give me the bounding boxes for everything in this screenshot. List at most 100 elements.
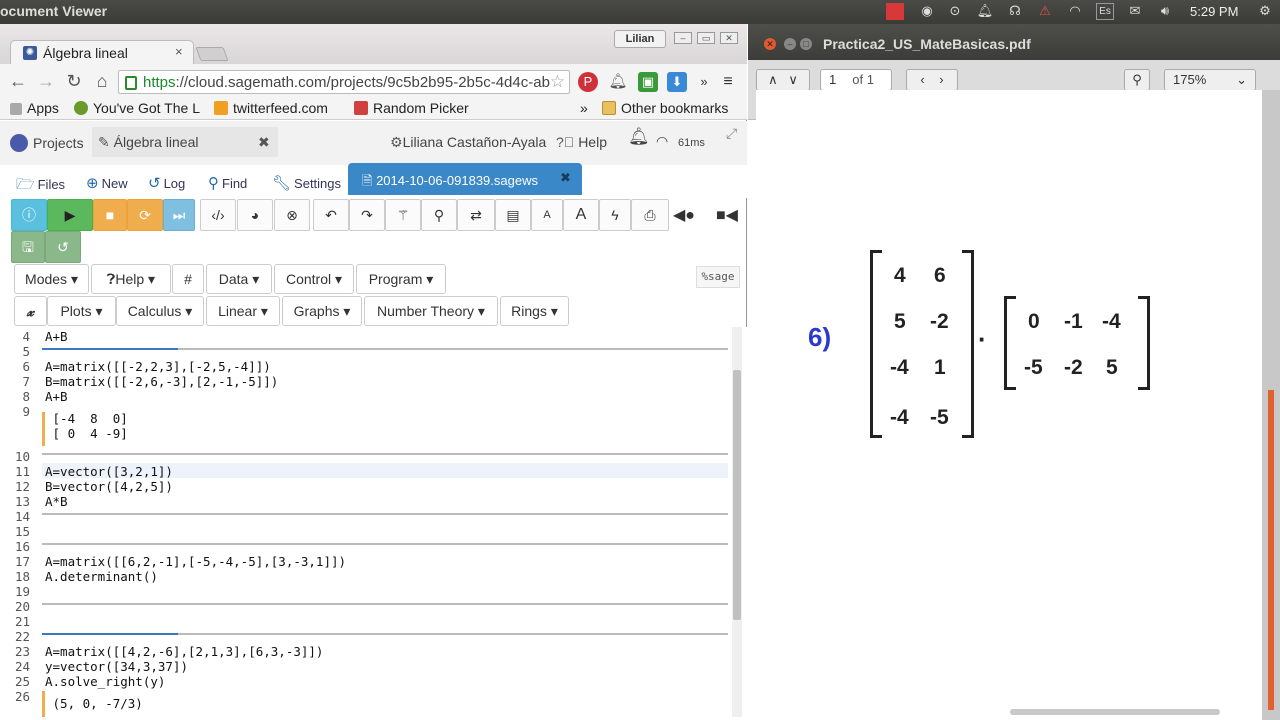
redo-button[interactable]: ↷ xyxy=(349,199,385,231)
screenshot-extension-icon[interactable]: ▣ xyxy=(638,72,658,92)
comment-menu[interactable]: # xyxy=(172,264,204,294)
browser-tab-algebra[interactable]: ✺ Álgebra lineal × xyxy=(10,40,194,64)
pdf-scrollbar-thumb[interactable] xyxy=(1268,390,1274,710)
find-button[interactable]: ⚲ Find xyxy=(208,174,247,192)
clock[interactable]: 5:29 PM xyxy=(1190,4,1238,19)
video-icon[interactable]: ■◀ xyxy=(716,205,738,225)
close-tab-icon[interactable]: × xyxy=(175,44,183,59)
calculus-menu[interactable]: Calculus ▾ xyxy=(116,296,204,326)
chrome-menu-icon[interactable]: ≡ xyxy=(718,72,738,92)
new-button[interactable]: ⊕ New xyxy=(86,174,128,192)
run-button[interactable]: ▶ xyxy=(47,199,93,231)
projects-link[interactable]: Projects xyxy=(10,134,84,152)
close-window-icon[interactable]: ✕ xyxy=(720,32,738,44)
notification-bell-icon[interactable]: 🔔︎ xyxy=(976,3,994,20)
skype-icon[interactable]: ⊙ xyxy=(946,3,964,20)
step-button[interactable]: ⏭ xyxy=(163,199,195,231)
search-code-button[interactable]: ⚲ xyxy=(421,199,457,231)
rings-menu[interactable]: Rings ▾ xyxy=(500,296,569,326)
worksheet-editor[interactable]: 4 A+B 5 6 A=matrix([[-2,2,3],[-2,5,-4]])… xyxy=(0,327,747,720)
warning-icon[interactable]: ⚠ xyxy=(1036,3,1054,20)
back-icon[interactable]: ← xyxy=(6,70,30,92)
bookmark-youve-got[interactable]: You've Got The L xyxy=(74,100,200,116)
close-window-icon[interactable]: ✕ xyxy=(764,38,776,50)
zoom-select[interactable]: 175% ⌄ xyxy=(1164,69,1256,91)
search-button[interactable]: ⚲ xyxy=(1124,69,1150,91)
magic-button[interactable]: ⚚ xyxy=(385,199,421,231)
profile-button[interactable]: Lilian xyxy=(614,30,666,48)
keyboard-layout-indicator[interactable]: Es xyxy=(1096,3,1114,20)
maximize-window-icon[interactable]: □ xyxy=(800,38,812,50)
pdf-scrollbar[interactable] xyxy=(1262,90,1280,720)
minimize-window-icon[interactable]: – xyxy=(784,38,796,50)
font-smaller-button[interactable]: A xyxy=(531,199,563,231)
chevron-left-icon[interactable]: ‹ xyxy=(920,72,924,87)
graphs-menu[interactable]: Graphs ▾ xyxy=(282,296,362,326)
record-icon[interactable] xyxy=(886,3,904,20)
delete-output-button[interactable]: ⊗ xyxy=(274,199,310,231)
bolt-button[interactable]: ϟ xyxy=(599,199,631,231)
page-number-field[interactable]: 1 of 1 xyxy=(820,69,892,91)
bell-extension-icon[interactable]: 🔔︎ xyxy=(608,72,628,92)
project-tab[interactable]: ✎ Álgebra lineal ✖ xyxy=(92,127,278,157)
close-file-icon[interactable]: ✖ xyxy=(560,170,571,186)
help-menu[interactable]: ❓︎Help ▾ xyxy=(91,264,171,294)
plots-menu[interactable]: Plots ▾ xyxy=(47,296,116,326)
font-larger-button[interactable]: A xyxy=(563,199,599,231)
chevron-right-icon[interactable]: › xyxy=(939,72,943,87)
account-link[interactable]: ⚙Liliana Castañon-Ayala xyxy=(390,134,546,151)
open-file-tab[interactable]: 🗎︎ 2014-10-06-091839.sagews ✖ xyxy=(348,163,582,195)
pdf-horizontal-scrollbar[interactable] xyxy=(1010,709,1220,715)
reload-icon[interactable]: ↻ xyxy=(62,70,86,92)
linear-menu[interactable]: Linear ▾ xyxy=(206,296,280,326)
scrollbar-thumb[interactable] xyxy=(733,370,741,620)
home-icon[interactable]: ⌂ xyxy=(90,70,114,92)
mail-icon[interactable]: ✉ xyxy=(1126,3,1144,20)
number-theory-menu[interactable]: Number Theory ▾ xyxy=(364,296,498,326)
history-button[interactable]: ↺ xyxy=(45,231,81,263)
volume-icon[interactable]: 🔊︎ xyxy=(1156,3,1174,20)
forward-icon[interactable]: → xyxy=(34,70,58,92)
modes-menu[interactable]: Modes ▾ xyxy=(14,264,89,294)
bookmark-apps[interactable]: Apps xyxy=(10,100,59,116)
program-menu[interactable]: Program ▾ xyxy=(356,264,446,294)
stop-button[interactable]: ■ xyxy=(93,199,127,231)
overflow-extensions-icon[interactable]: » xyxy=(694,72,714,92)
new-tab-button[interactable] xyxy=(195,47,229,61)
chat-toggle-icon[interactable]: ◀● xyxy=(673,205,695,225)
help-link[interactable]: ?⃝ Help xyxy=(556,134,607,150)
bookmark-twitterfeed[interactable]: twitterfeed.com xyxy=(214,100,328,116)
math-menu[interactable]: 𝔁 xyxy=(14,296,47,326)
files-button[interactable]: 🗁︎ Files xyxy=(16,174,65,199)
pinterest-icon[interactable]: P xyxy=(578,72,598,92)
address-bar[interactable]: https://cloud.sagemath.com/projects/9c5b… xyxy=(118,70,570,94)
code-toggle-button[interactable]: ‹/› xyxy=(200,199,236,231)
split-cell-button[interactable]: ◕ xyxy=(237,199,273,231)
power-gear-icon[interactable]: ⚙ xyxy=(1256,3,1274,20)
restore-icon[interactable]: ▭ xyxy=(697,32,715,44)
chrome-tray-icon[interactable]: ◉ xyxy=(918,3,936,20)
sync-icon[interactable]: ☊ xyxy=(1006,3,1024,20)
bookmark-random-picker[interactable]: Random Picker xyxy=(354,100,469,116)
notification-bell-icon[interactable]: 🔔︎ xyxy=(628,127,650,147)
minimize-icon[interactable]: – xyxy=(674,32,692,44)
chevron-up-icon[interactable]: ∧ xyxy=(768,72,778,87)
settings-button[interactable]: 🔧︎ Settings xyxy=(272,174,341,192)
page-nav-buttons[interactable]: ∧ ∨ xyxy=(756,69,810,91)
wifi-icon[interactable]: ◠ xyxy=(1066,3,1084,20)
save-button[interactable]: 🖫︎ xyxy=(11,231,45,263)
fullscreen-icon[interactable]: ⤢ xyxy=(726,125,737,142)
print-button[interactable]: ⎙ xyxy=(631,199,669,231)
editor-scrollbar[interactable] xyxy=(732,327,742,717)
data-menu[interactable]: Data ▾ xyxy=(206,264,272,294)
log-button[interactable]: ↺ Log xyxy=(148,174,185,192)
close-project-icon[interactable]: ✖ xyxy=(258,127,270,157)
other-bookmarks[interactable]: Other bookmarks xyxy=(602,100,728,116)
replace-button[interactable]: ⇄ xyxy=(457,199,495,231)
bookmarks-overflow[interactable]: » xyxy=(580,100,588,116)
history-nav-buttons[interactable]: ‹ › xyxy=(906,69,958,91)
chevron-down-icon[interactable]: ∨ xyxy=(788,72,798,87)
download-extension-icon[interactable]: ⬇ xyxy=(667,72,687,92)
control-menu[interactable]: Control ▾ xyxy=(274,264,354,294)
bookmark-star-icon[interactable]: ☆ xyxy=(550,72,565,92)
